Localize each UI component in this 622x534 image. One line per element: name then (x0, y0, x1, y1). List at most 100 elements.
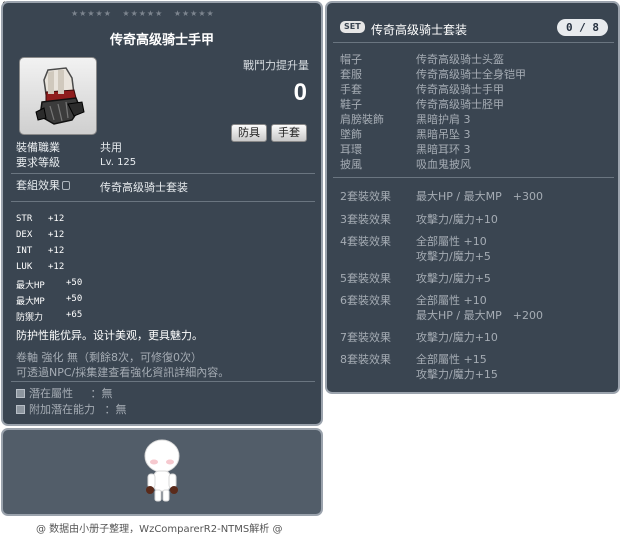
divider (11, 201, 315, 202)
stat-dex: DEX +12 (16, 230, 64, 240)
set-effect-3-line: 攻擊力/魔力+10 (416, 213, 498, 226)
star-group: ★★★★★ (173, 9, 215, 18)
set-effect-8-line: 全部屬性 +15 (416, 353, 487, 366)
power-value: 0 (293, 79, 307, 106)
set-title: 传奇高级骑士套装 (371, 23, 468, 37)
star-group: ★★★★★ (122, 9, 164, 18)
set-effect-8-line: 攻擊力/魔力+15 (416, 368, 498, 381)
set-count-badge: 0 / 8 (557, 19, 608, 36)
potential-value: ：無 (90, 387, 113, 400)
set-part-hat: 帽子 传奇高级骑士头盔 (340, 51, 504, 67)
set-badge: SET (340, 21, 365, 33)
set-effect-2-head: 2套裝效果 (340, 190, 391, 203)
stat-max-mp: 最大MP +50 (16, 294, 82, 307)
stat-name: 防禦力 (16, 313, 44, 323)
job-label: 裝備職業 (16, 141, 60, 154)
stat-name: STR (16, 214, 33, 224)
stat-str: STR +12 (16, 214, 64, 224)
set-part-earring: 耳環 黑暗耳环 3 (340, 141, 471, 157)
level-value: Lv. 125 (100, 157, 137, 168)
set-effect-value: 传奇高级骑士套装 (100, 181, 188, 194)
part-slot: 帽子 (340, 53, 362, 66)
avatar-preview-panel (1, 428, 323, 516)
set-effect-7-head: 7套裝效果 (340, 331, 391, 344)
set-effect-3-head: 3套裝效果 (340, 213, 391, 226)
part-slot: 墜飾 (340, 128, 362, 141)
part-name: 传奇高级骑士全身铠甲 (416, 68, 526, 81)
item-title: 传奇高级骑士手甲 (109, 33, 214, 48)
set-part-overall: 套服 传奇高级骑士全身铠甲 (340, 66, 526, 82)
divider (333, 177, 614, 178)
potential-icon (16, 389, 25, 398)
set-part-shoulder: 肩膀裝飾 黑暗护肩 3 (340, 111, 471, 127)
stat-value: +12 (48, 246, 65, 256)
enhancement-info: 可透過NPC/採集建查看強化資訊詳細內容。 (16, 366, 230, 379)
part-slot: 鞋子 (340, 98, 362, 111)
stat-defense: 防禦力 +65 (16, 310, 82, 323)
stat-value: +12 (48, 262, 65, 272)
part-name: 传奇高级骑士头盔 (416, 53, 504, 66)
set-effect-8-head: 8套裝效果 (340, 353, 391, 366)
set-part-pendant: 墜飾 黑暗吊坠 3 (340, 126, 471, 142)
bonus-potential-value: ：無 (104, 403, 127, 416)
set-effect-4-line: 攻擊力/魔力+5 (416, 250, 491, 263)
part-slot: 手套 (340, 83, 362, 96)
item-icon-frame (19, 57, 97, 135)
stat-value: +12 (48, 214, 65, 224)
divider (333, 42, 614, 43)
set-effect-5-line: 攻擊力/魔力+5 (416, 272, 491, 285)
part-name: 传奇高级骑士手甲 (416, 83, 504, 96)
part-name: 传奇高级骑士胫甲 (416, 98, 504, 111)
glove-icon (35, 67, 85, 125)
level-label: 要求等級 (16, 156, 60, 169)
set-effect-5-head: 5套裝效果 (340, 272, 391, 285)
stat-value: +65 (66, 310, 83, 320)
part-slot: 套服 (340, 68, 362, 81)
bonus-potential-label: 附加潛在能力 (29, 403, 95, 416)
category-tag-armor: 防具 (231, 124, 267, 142)
footer-credit: @ 数据由小册子整理，WzComparerR2-NTMS解析 @ (36, 524, 283, 534)
set-part-gloves: 手套 传奇高级骑士手甲 (340, 81, 504, 97)
part-name: 吸血鬼披风 (416, 158, 471, 171)
part-slot: 耳環 (340, 143, 362, 156)
stat-name: DEX (16, 230, 33, 240)
star-force-row: ★★★★★ ★★★★★ ★★★★★ (71, 9, 222, 18)
power-label: 戰鬥力提升量 (243, 59, 309, 72)
set-part-cape: 披風 吸血鬼披风 (340, 156, 471, 172)
category-tag-glove: 手套 (271, 124, 307, 142)
set-part-shoes: 鞋子 传奇高级骑士胫甲 (340, 96, 504, 112)
potential-label: 潛在屬性 (29, 387, 73, 400)
set-list-icon[interactable] (62, 181, 70, 190)
part-name: 黑暗护肩 3 (416, 113, 471, 126)
bonus-potential-row: 附加潛在能力 ：無 (16, 401, 127, 417)
divider (11, 381, 315, 382)
set-effect-6-line: 最大HP / 最大MP +200 (416, 309, 543, 322)
set-effect-6-head: 6套裝效果 (340, 294, 391, 307)
divider (11, 173, 315, 174)
part-name: 黑暗吊坠 3 (416, 128, 471, 141)
stat-name: LUK (16, 262, 33, 272)
scroll-info: 卷軸 強化 無（剩餘8次，可修復0次） (16, 351, 202, 364)
set-effect-label-text: 套組效果 (16, 179, 60, 192)
bonus-potential-icon (16, 405, 25, 414)
stat-name: 最大HP (16, 281, 45, 291)
set-effect-4-line: 全部屬性 +10 (416, 235, 487, 248)
part-slot: 披風 (340, 158, 362, 171)
stat-value: +50 (66, 294, 83, 304)
character-avatar (144, 439, 180, 502)
set-effect-7-line: 攻擊力/魔力+10 (416, 331, 498, 344)
stat-int: INT +12 (16, 246, 64, 256)
part-slot: 肩膀裝飾 (340, 113, 384, 126)
set-tooltip-panel: SET 传奇高级骑士套装 0 / 8 帽子 传奇高级骑士头盔 套服 传奇高级骑士全身… (325, 1, 620, 394)
item-tooltip-panel: ★★★★★ ★★★★★ ★★★★★ 传奇高级骑士手甲 戰鬥力提升量 0 防具 手… (1, 1, 323, 426)
stat-name: 最大MP (16, 297, 45, 307)
set-effect-2-line: 最大HP / 最大MP +300 (416, 190, 543, 203)
stat-max-hp: 最大HP +50 (16, 278, 82, 291)
potential-row: 潛在屬性 ：無 (16, 385, 113, 401)
set-effect-label: 套組效果 (16, 179, 70, 192)
stat-luk: LUK +12 (16, 262, 64, 272)
set-effect-6-line: 全部屬性 +10 (416, 294, 487, 307)
part-name: 黑暗耳环 3 (416, 143, 471, 156)
stat-value: +12 (48, 230, 65, 240)
stat-name: INT (16, 246, 33, 256)
